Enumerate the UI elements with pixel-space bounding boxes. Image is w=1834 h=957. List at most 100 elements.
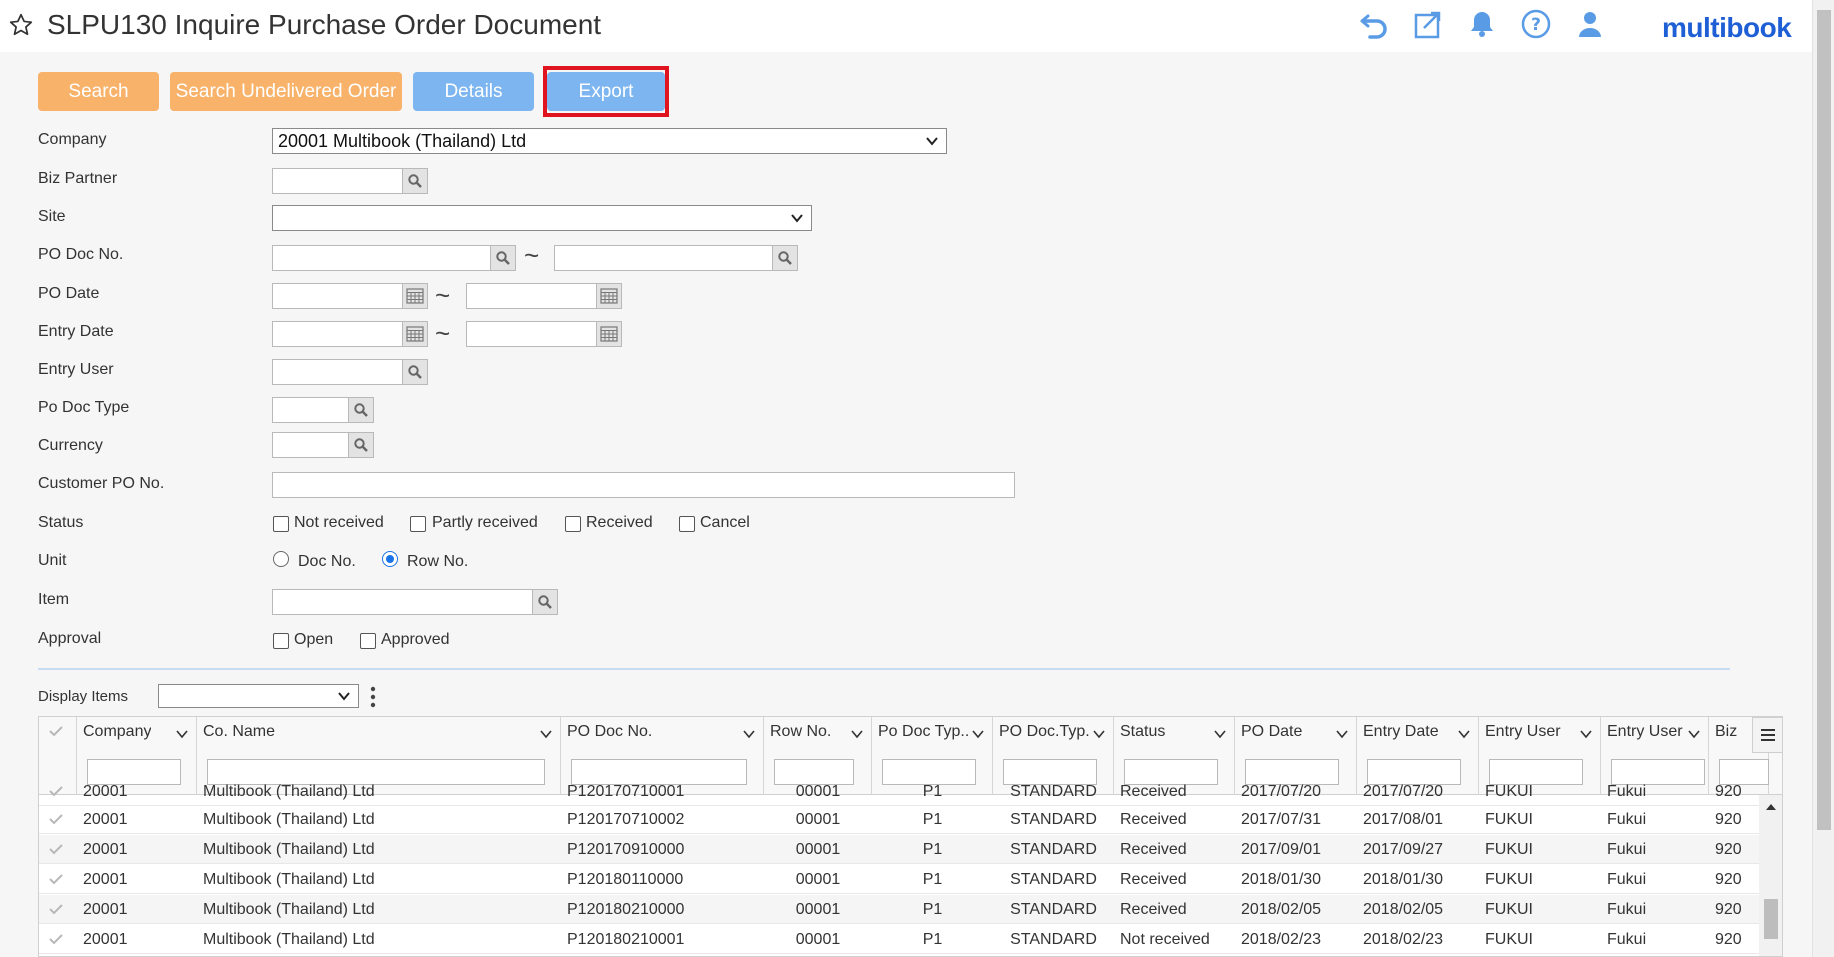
- entry-date-from-input[interactable]: [272, 321, 403, 347]
- status-cancel-checkbox[interactable]: [679, 516, 695, 532]
- table-cell: 2017/07/20: [1241, 783, 1322, 800]
- page-scrollbar[interactable]: [1812, 0, 1834, 957]
- unit-doc-no-radio[interactable]: [273, 551, 289, 567]
- display-items-select[interactable]: [158, 684, 359, 708]
- table-row[interactable]: 20001 Multibook (Thailand) Ltd P1201709100…: [39, 835, 1782, 864]
- item-input[interactable]: [272, 589, 533, 615]
- chevron-down-icon[interactable]: [851, 729, 863, 739]
- user-icon[interactable]: [1574, 8, 1606, 40]
- table-cell: 2017/07/20: [1363, 783, 1444, 800]
- currency-input[interactable]: [272, 432, 349, 458]
- po-date-to-input[interactable]: [466, 283, 597, 309]
- range-separator: ~: [524, 240, 540, 270]
- table-cell: 920: [1715, 841, 1742, 858]
- table-cell: STANDARD: [1010, 871, 1097, 888]
- kebab-menu-icon[interactable]: [368, 686, 378, 708]
- calendar-icon[interactable]: [596, 321, 622, 347]
- table-row[interactable]: 20001 Multibook (Thailand) Ltd P1201802100…: [39, 925, 1782, 954]
- table-cell: FUKUI: [1485, 931, 1533, 948]
- entry-date-to-input[interactable]: [466, 321, 597, 347]
- site-select[interactable]: [272, 205, 812, 231]
- chevron-down-icon[interactable]: [176, 729, 188, 739]
- chevron-down-icon: [791, 214, 803, 223]
- page-scroll-thumb[interactable]: [1817, 10, 1831, 830]
- hamburger-menu-icon[interactable]: [1752, 717, 1782, 753]
- approval-open-checkbox[interactable]: [273, 633, 289, 649]
- approval-approved-checkbox[interactable]: [360, 633, 376, 649]
- table-cell: P120180210000: [567, 901, 685, 918]
- biz-partner-input[interactable]: [272, 168, 403, 194]
- help-icon[interactable]: ?: [1520, 8, 1552, 40]
- calendar-icon[interactable]: [402, 321, 428, 347]
- approval-label: Approval: [38, 630, 102, 647]
- details-button[interactable]: Details: [413, 72, 534, 111]
- item-label: Item: [38, 591, 70, 608]
- search-button[interactable]: Search: [38, 72, 159, 111]
- grid-vertical-scrollbar[interactable]: [1759, 795, 1782, 956]
- table-cell: P120170910000: [567, 841, 685, 858]
- table-row[interactable]: 20001 Multibook (Thailand) Ltd P1201801100…: [39, 865, 1782, 894]
- search-icon[interactable]: [402, 359, 428, 385]
- grid-scroll-thumb[interactable]: [1764, 899, 1778, 939]
- chevron-down-icon[interactable]: [1580, 729, 1592, 739]
- status-cancel-label: Cancel: [700, 514, 750, 531]
- status-partly-received-checkbox[interactable]: [410, 516, 426, 532]
- table-row-partial[interactable]: 20001 Multibook (Thailand) Ltd P1201707100…: [39, 777, 1782, 806]
- search-icon[interactable]: [532, 589, 558, 615]
- table-cell: Multibook (Thailand) Ltd: [203, 901, 375, 918]
- chevron-down-icon[interactable]: [1458, 729, 1470, 739]
- star-icon[interactable]: [8, 12, 34, 38]
- table-cell: P1: [922, 871, 943, 888]
- popout-icon[interactable]: [1412, 8, 1444, 40]
- biz-partner-label: Biz Partner: [38, 170, 118, 187]
- scroll-up-icon[interactable]: [1765, 803, 1777, 811]
- search-icon[interactable]: [348, 432, 374, 458]
- unit-row-no-radio[interactable]: [382, 551, 398, 567]
- search-undelivered-button[interactable]: Search Undelivered Order: [170, 72, 402, 111]
- chevron-down-icon[interactable]: [1336, 729, 1348, 739]
- table-cell: P120170710002: [567, 811, 685, 828]
- customer-po-input[interactable]: [272, 472, 1015, 498]
- calendar-icon[interactable]: [596, 283, 622, 309]
- table-cell: Not received: [1120, 931, 1210, 948]
- table-cell: Received: [1120, 783, 1187, 800]
- search-icon[interactable]: [348, 397, 374, 423]
- table-cell: Fukui: [1607, 841, 1647, 858]
- table-row[interactable]: 20001 Multibook (Thailand) Ltd P1201707100…: [39, 805, 1782, 834]
- table-cell: P1: [922, 783, 943, 800]
- chevron-down-icon: [926, 137, 938, 146]
- undo-icon[interactable]: [1358, 8, 1390, 40]
- entry-user-input[interactable]: [272, 359, 403, 385]
- table-cell: Multibook (Thailand) Ltd: [203, 871, 375, 888]
- company-select[interactable]: 20001 Multibook (Thailand) Ltd: [272, 128, 947, 154]
- table-cell: 920: [1715, 931, 1742, 948]
- table-cell: Fukui: [1607, 783, 1647, 800]
- column-header-label: PO Doc No.: [567, 723, 653, 740]
- chevron-down-icon[interactable]: [972, 729, 984, 739]
- table-row[interactable]: 20001 Multibook (Thailand) Ltd P1201802100…: [39, 895, 1782, 924]
- search-icon[interactable]: [402, 168, 428, 194]
- status-received-checkbox[interactable]: [565, 516, 581, 532]
- status-not-received-checkbox[interactable]: [273, 516, 289, 532]
- export-highlight: [543, 66, 669, 117]
- po-doc-type-input[interactable]: [272, 397, 349, 423]
- table-cell: Fukui: [1607, 901, 1647, 918]
- search-icon[interactable]: [772, 245, 798, 271]
- search-icon[interactable]: [490, 245, 516, 271]
- chevron-down-icon[interactable]: [1093, 729, 1105, 739]
- chevron-down-icon[interactable]: [1688, 729, 1700, 739]
- table-cell: 00001: [795, 901, 841, 918]
- table-cell: 920: [1715, 783, 1742, 800]
- chevron-down-icon[interactable]: [1214, 729, 1226, 739]
- chevron-down-icon[interactable]: [743, 729, 755, 739]
- po-doc-no-from-input[interactable]: [272, 245, 491, 271]
- table-cell: Received: [1120, 841, 1187, 858]
- po-doc-no-to-input[interactable]: [554, 245, 773, 271]
- calendar-icon[interactable]: [402, 283, 428, 309]
- po-date-from-input[interactable]: [272, 283, 403, 309]
- table-cell: 2018/02/05: [1363, 901, 1444, 918]
- chevron-down-icon[interactable]: [540, 729, 552, 739]
- status-received-label: Received: [586, 514, 653, 531]
- column-header-label: Company: [83, 723, 152, 740]
- bell-icon[interactable]: [1466, 8, 1498, 40]
